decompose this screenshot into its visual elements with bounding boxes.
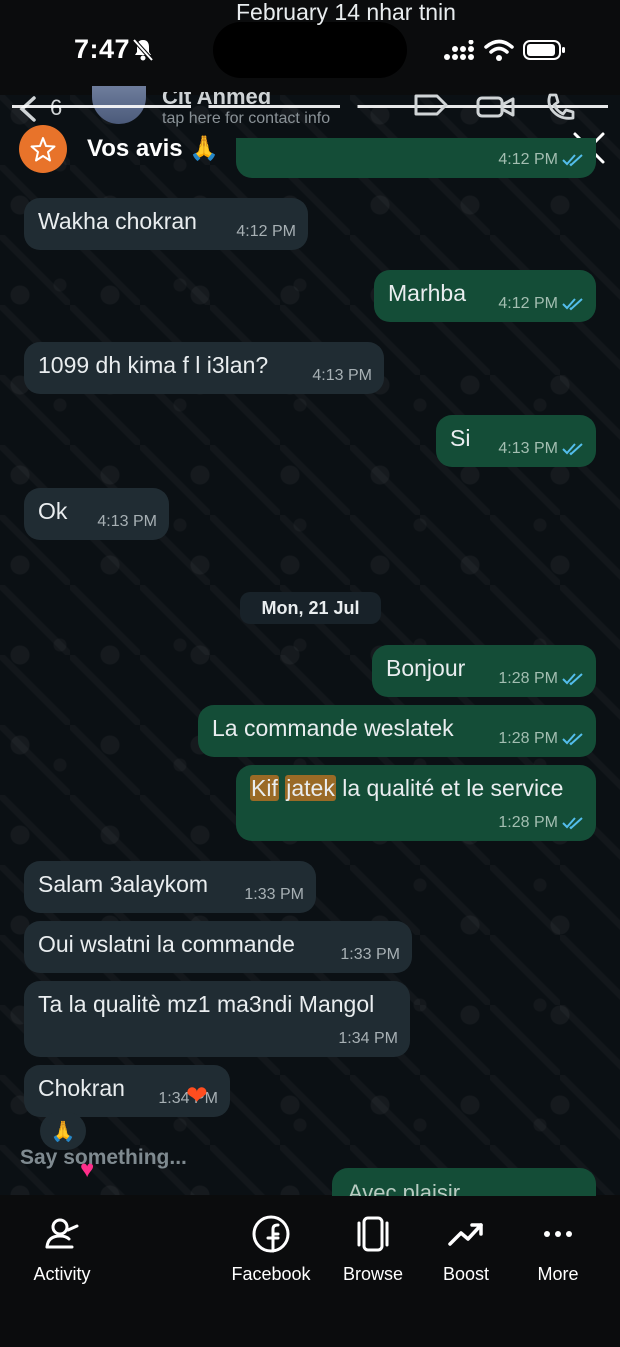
double-check-icon (562, 154, 583, 167)
message-time: 4:12 PM (236, 223, 296, 240)
nav-more[interactable]: More (503, 1214, 613, 1294)
message-bubble-incoming[interactable]: 1099 dh kima f l i3lan? 4:13 PM (24, 342, 384, 394)
message-bubble-outgoing[interactable]: Bonjour 1:28 PM (372, 645, 596, 697)
message-text: February 14 nhar tnin (236, 0, 456, 25)
double-check-icon (562, 298, 583, 311)
message-text: Oui wslatni la commande (38, 931, 295, 957)
nav-activity[interactable]: Activity (7, 1214, 117, 1294)
double-check-icon (562, 733, 583, 746)
message-bubble-incoming[interactable]: Oui wslatni la commande 1:33 PM (24, 921, 412, 973)
message-time: 1:34 PM (338, 1030, 398, 1047)
message-bubble-outgoing[interactable]: Kif jatek la qualité et le service 1:28 … (236, 765, 596, 841)
message-meta: 4:12 PM (498, 151, 584, 169)
boost-icon (448, 1223, 483, 1246)
message-text: Ok (38, 498, 68, 524)
message-time: 4:13 PM (312, 367, 372, 384)
message-bubble-outgoing[interactable]: Si 4:13 PM (436, 415, 596, 467)
message-bubble-outgoing[interactable]: La commande weslatek 1:28 PM (198, 705, 596, 757)
message-text: 1099 dh kima f l i3lan? (38, 352, 269, 378)
message-text: Wakha chokran (38, 208, 197, 234)
message-bubble-outgoing[interactable]: Marhba 4:12 PM (374, 270, 596, 322)
message-meta: 4:13 PM (498, 440, 584, 458)
message-time: 1:28 PM (498, 814, 558, 831)
camera-icon[interactable] (476, 94, 516, 120)
message-text: Bonjour (386, 655, 466, 681)
message-text-rest: la qualité et le service (342, 775, 564, 801)
message-bubble-incoming[interactable]: Salam 3alaykom 1:33 PM (24, 861, 316, 913)
message-meta: 1:28 PM (498, 730, 584, 748)
message-text: Ta la qualitè mz1 ma3ndi Mangol (38, 991, 375, 1017)
status-time: 7:47 (74, 34, 131, 64)
date-separator: Mon, 21 Jul (240, 592, 381, 624)
message-time: 4:12 PM (498, 151, 558, 168)
browse-icon (357, 1216, 389, 1252)
message-meta: 4:12 PM (498, 295, 584, 313)
message-text: Chokran (38, 1075, 125, 1101)
heart-icon[interactable]: ♥ (80, 1156, 94, 1184)
star-icon (30, 137, 56, 162)
promo-title: Vos avis 🙏 (87, 135, 220, 162)
message-text: Kif jatek la qualité et le service (250, 775, 563, 802)
nav-label: More (537, 1264, 579, 1284)
message-meta: 1:28 PM (498, 814, 584, 832)
header-overlay-line (12, 105, 608, 108)
cellular-signal-icon (444, 40, 474, 60)
video-call-icon[interactable] (413, 92, 449, 118)
double-check-icon (562, 673, 583, 686)
double-check-icon (562, 817, 583, 830)
comment-input[interactable]: Say something... (20, 1146, 187, 1170)
message-bubble-incoming[interactable]: Wakha chokran 4:12 PM (24, 198, 308, 250)
wifi-icon (484, 39, 514, 61)
message-time: 1:28 PM (498, 670, 558, 687)
unread-count: 6 (50, 95, 62, 121)
message-text: Marhba (388, 280, 466, 306)
message-text: La commande weslatek (212, 715, 454, 741)
bell-muted-icon (132, 38, 154, 62)
message-meta: 1:28 PM (498, 670, 584, 688)
dynamic-island (213, 22, 407, 78)
phone-call-icon[interactable] (544, 92, 576, 122)
nav-label: Facebook (231, 1264, 311, 1284)
message-time: 4:12 PM (498, 295, 558, 312)
message-time: 1:33 PM (340, 946, 400, 963)
activity-icon (45, 1218, 79, 1249)
message-time: 1:28 PM (498, 730, 558, 747)
highlighted-word: jatek (285, 775, 336, 801)
message-time: 4:13 PM (498, 440, 558, 457)
nav-facebook[interactable]: Facebook (216, 1214, 326, 1294)
message-text: Si (450, 425, 471, 451)
highlighted-word: Kif (250, 775, 279, 801)
message-time: 1:33 PM (244, 886, 304, 903)
message-bubble-incoming[interactable]: Ta la qualitè mz1 ma3ndi Mangol 1:34 PM (24, 981, 410, 1057)
heart-icon: ❤ (186, 1080, 208, 1110)
message-bubble-outgoing[interactable]: February 14 nhar tnin 4:12 PM (236, 0, 596, 178)
nav-label: Activity (33, 1264, 91, 1284)
message-text: Salam 3alaykom (38, 871, 209, 897)
back-arrow-icon[interactable] (16, 95, 40, 123)
more-icon (544, 1231, 572, 1237)
reaction-pray[interactable]: 🙏 (40, 1112, 86, 1150)
contact-info-hint[interactable]: tap here for contact info (162, 110, 330, 128)
star-badge (19, 125, 67, 173)
message-bubble-incoming[interactable]: Ok 4:13 PM (24, 488, 169, 540)
battery-icon (523, 40, 565, 60)
facebook-icon (252, 1215, 290, 1253)
double-check-icon (562, 443, 583, 456)
message-time: 4:13 PM (97, 513, 157, 530)
